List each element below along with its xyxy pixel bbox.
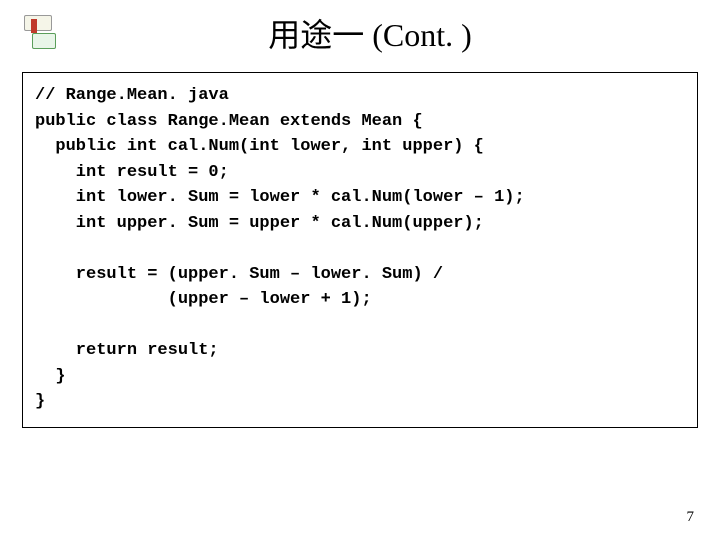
slide-header: 用途一 (Cont. ) [0,0,720,64]
code-line: (upper – lower + 1); [35,290,372,309]
code-line: public class Range.Mean extends Mean { [35,112,423,131]
code-line: int lower. Sum = lower * cal.Num(lower –… [35,188,525,207]
code-line: result = (upper. Sum – lower. Sum) / [35,265,443,284]
code-line: return result; [35,341,219,360]
code-line: } [35,392,45,411]
logo-icon [20,13,60,53]
page-number: 7 [687,509,695,526]
code-line: public int cal.Num(int lower, int upper)… [35,137,484,156]
code-line: } [35,367,66,386]
slide-title: 用途一 (Cont. ) [80,10,660,56]
code-line: // Range.Mean. java [35,86,229,105]
code-line: int upper. Sum = upper * cal.Num(upper); [35,214,484,233]
code-block: // Range.Mean. java public class Range.M… [22,72,698,428]
code-line: int result = 0; [35,163,229,182]
